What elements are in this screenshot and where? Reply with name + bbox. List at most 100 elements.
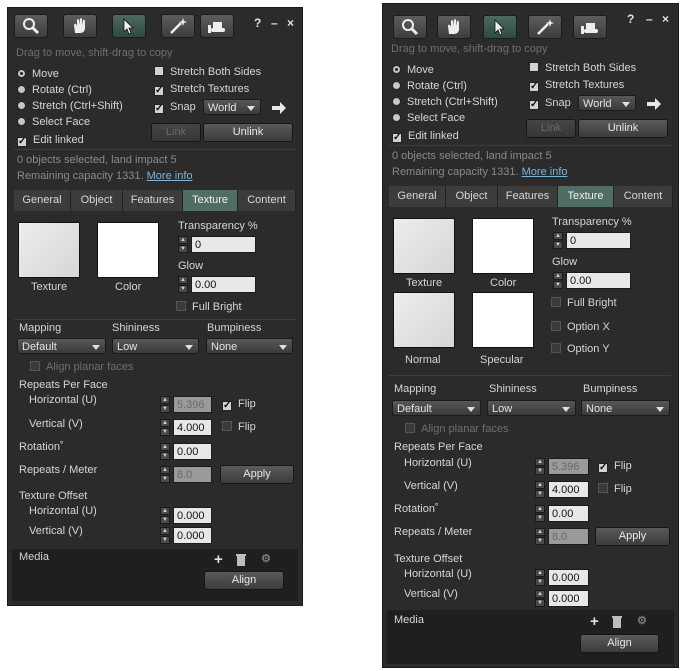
unlink-button[interactable]: Unlink: [203, 123, 293, 142]
color-swatch[interactable]: [97, 222, 159, 278]
bumpiness-dropdown[interactable]: None: [581, 400, 670, 416]
help-button[interactable]: ?: [627, 12, 634, 26]
minimize-button[interactable]: –: [271, 16, 278, 30]
full-bright-checkbox[interactable]: Full Bright: [176, 301, 242, 313]
help-button[interactable]: ?: [254, 16, 261, 30]
flip-horizontal-checkbox[interactable]: ✓ Flip: [222, 398, 256, 411]
rotation-spinner[interactable]: ▲ ▼: [535, 505, 545, 523]
full-bright-checkbox[interactable]: Full Bright: [551, 297, 617, 309]
snap-checkbox[interactable]: ✓ Snap: [154, 101, 196, 114]
specular-swatch[interactable]: [472, 292, 534, 348]
vertical-spinner[interactable]: ▲ ▼: [535, 481, 545, 499]
mapping-dropdown[interactable]: Default: [17, 338, 106, 354]
offset-horizontal-spinner[interactable]: ▲ ▼: [160, 507, 170, 525]
focus-tool-button[interactable]: [393, 15, 427, 39]
close-icon[interactable]: ×: [287, 16, 294, 30]
color-swatch[interactable]: [472, 218, 534, 274]
apply-button[interactable]: Apply: [220, 465, 294, 484]
mapping-dropdown[interactable]: Default: [392, 400, 481, 416]
radio-select-face[interactable]: Select Face: [392, 112, 465, 124]
arrow-right-icon[interactable]: [271, 102, 287, 114]
align-button[interactable]: Align: [204, 571, 284, 590]
repeats-meter-spinner[interactable]: ▲ ▼: [160, 466, 170, 484]
texture-swatch[interactable]: [393, 218, 455, 274]
rotation-spinner[interactable]: ▲ ▼: [160, 443, 170, 461]
link-button[interactable]: Link: [151, 123, 201, 142]
create-tool-button[interactable]: [161, 14, 195, 38]
transparency-spinner[interactable]: ▲ ▼: [553, 232, 563, 250]
snap-dropdown[interactable]: World: [203, 99, 261, 115]
more-info-link[interactable]: More info: [147, 170, 193, 182]
plus-icon[interactable]: +: [590, 613, 599, 630]
radio-select-face[interactable]: Select Face: [17, 116, 90, 128]
vertical-field[interactable]: 4.000: [173, 419, 212, 436]
close-icon[interactable]: ×: [662, 12, 669, 26]
tab-object[interactable]: Object: [71, 190, 123, 211]
transparency-field[interactable]: 0: [191, 236, 256, 253]
align-planar-checkbox[interactable]: Align planar faces: [405, 423, 508, 435]
flip-horizontal-checkbox[interactable]: ✓ Flip: [598, 460, 632, 473]
trash-icon[interactable]: [235, 553, 247, 566]
tab-features[interactable]: Features: [498, 186, 558, 207]
trash-icon[interactable]: [611, 615, 623, 628]
stretch-textures-checkbox[interactable]: ✓ Stretch Textures: [154, 83, 249, 96]
bumpiness-dropdown[interactable]: None: [206, 338, 293, 354]
grab-tool-button[interactable]: [437, 15, 471, 39]
tab-texture[interactable]: Texture: [558, 186, 614, 207]
transparency-field[interactable]: 0: [566, 232, 631, 249]
land-tool-button[interactable]: [200, 14, 234, 38]
offset-vertical-field[interactable]: 0.000: [173, 527, 212, 544]
stretch-textures-checkbox[interactable]: ✓ Stretch Textures: [529, 79, 624, 92]
edit-linked-checkbox[interactable]: ✓ Edit linked: [17, 134, 84, 147]
horizontal-field[interactable]: 5.396: [548, 458, 589, 475]
edit-tool-button[interactable]: [483, 15, 517, 39]
arrow-right-icon[interactable]: [646, 98, 662, 110]
land-tool-button[interactable]: [573, 15, 607, 39]
transparency-spinner[interactable]: ▲ ▼: [178, 236, 188, 254]
repeats-meter-field[interactable]: 8.0: [173, 466, 212, 483]
stretch-both-checkbox[interactable]: Stretch Both Sides: [529, 62, 636, 74]
tab-features[interactable]: Features: [123, 190, 183, 211]
offset-horizontal-field[interactable]: 0.000: [548, 569, 589, 586]
plus-icon[interactable]: +: [214, 551, 223, 568]
radio-move[interactable]: Move: [17, 68, 59, 80]
normal-swatch[interactable]: [393, 292, 455, 348]
tab-content[interactable]: Content: [238, 190, 296, 211]
offset-horizontal-field[interactable]: 0.000: [173, 507, 212, 524]
horizontal-spinner[interactable]: ▲ ▼: [160, 396, 170, 414]
offset-vertical-spinner[interactable]: ▲ ▼: [535, 590, 545, 608]
offset-vertical-spinner[interactable]: ▲ ▼: [160, 527, 170, 545]
more-info-link[interactable]: More info: [522, 166, 568, 178]
vertical-spinner[interactable]: ▲ ▼: [160, 419, 170, 437]
glow-spinner[interactable]: ▲ ▼: [553, 272, 563, 290]
tab-general[interactable]: General: [14, 190, 71, 211]
radio-move[interactable]: Move: [392, 64, 434, 76]
glow-field[interactable]: 0.00: [191, 276, 256, 293]
offset-horizontal-spinner[interactable]: ▲ ▼: [535, 569, 545, 587]
repeats-meter-spinner[interactable]: ▲ ▼: [535, 528, 545, 546]
horizontal-spinner[interactable]: ▲ ▼: [535, 458, 545, 476]
horizontal-field[interactable]: 5.396: [173, 396, 212, 413]
link-button[interactable]: Link: [526, 119, 576, 138]
radio-stretch[interactable]: Stretch (Ctrl+Shift): [392, 96, 498, 108]
texture-swatch[interactable]: [18, 222, 80, 278]
radio-rotate[interactable]: Rotate (Ctrl): [17, 84, 92, 96]
snap-checkbox[interactable]: ✓ Snap: [529, 97, 571, 110]
edit-tool-button[interactable]: [112, 14, 146, 38]
unlink-button[interactable]: Unlink: [578, 119, 668, 138]
tab-general[interactable]: General: [389, 186, 446, 207]
tab-content[interactable]: Content: [614, 186, 673, 207]
apply-button[interactable]: Apply: [595, 527, 670, 546]
offset-vertical-field[interactable]: 0.000: [548, 590, 589, 607]
flip-vertical-checkbox[interactable]: Flip: [598, 483, 632, 495]
vertical-field[interactable]: 4.000: [548, 481, 589, 498]
option-y-checkbox[interactable]: Option Y: [551, 343, 610, 355]
repeats-meter-field[interactable]: 8.0: [548, 528, 589, 545]
create-tool-button[interactable]: [528, 15, 562, 39]
shininess-dropdown[interactable]: Low: [112, 338, 199, 354]
flip-vertical-checkbox[interactable]: Flip: [222, 421, 256, 433]
align-planar-checkbox[interactable]: Align planar faces: [30, 361, 133, 373]
tab-object[interactable]: Object: [446, 186, 498, 207]
shininess-dropdown[interactable]: Low: [487, 400, 576, 416]
tab-texture[interactable]: Texture: [183, 190, 238, 211]
